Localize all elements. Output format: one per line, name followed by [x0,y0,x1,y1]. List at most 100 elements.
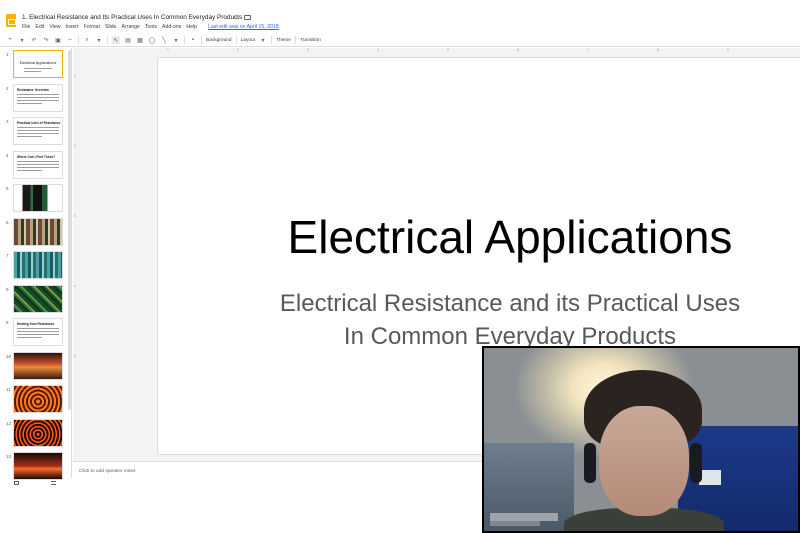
slide-number: 13 [6,454,12,459]
slide-number: 7 [6,253,9,258]
slide-thumbnail[interactable]: Where Can I Find These? [13,150,63,179]
slide-subtitle[interactable]: Electrical Resistance and its Practical … [158,287,800,353]
slide-thumbnail[interactable] [13,251,63,279]
slide-number: 12 [6,420,12,426]
slide-thumbnail-row[interactable]: 1 Electrical Applications [0,50,70,80]
ruler-tick-label: 1 [74,74,76,78]
grid-view-icon[interactable] [14,481,19,485]
redo-icon[interactable]: ↷ [42,36,50,44]
webcam-overlay [482,346,800,533]
menu-item-addons[interactable]: Add-ons [162,24,181,30]
last-edit-link[interactable]: Last edit was on April 15, 2018 [208,24,279,30]
undo-icon[interactable]: ↶ [30,36,38,44]
slide-thumbnail[interactable]: Practical Uses of Resistance [13,117,63,145]
paint-format-icon[interactable]: ⌐ [66,36,74,44]
speaker-notes-placeholder[interactable]: Click to add speaker notes [79,469,136,474]
slide-thumbnail-text-lines [17,160,59,173]
slides-logo-icon[interactable] [6,14,16,27]
slide-thumbnail[interactable] [13,351,63,380]
toolbar-divider [184,36,185,44]
slide-thumbnail-row[interactable]: 4 Where Can I Find These? [0,150,70,181]
menu-item-file[interactable]: File [22,24,30,30]
new-slide-icon[interactable]: + [6,36,14,44]
document-title[interactable]: 1. Electrical Resistance and Its Practic… [22,14,242,21]
chevron-down-icon[interactable]: ▾ [18,36,26,44]
slide-title[interactable]: Electrical Applications [158,210,800,264]
slide-thumbnail[interactable]: Heating from Resistance [13,318,63,346]
slide-thumbnail-image [14,185,62,211]
slide-number: 3 [6,119,9,124]
toolbar-divider [107,36,108,44]
slide-thumbnail[interactable] [13,284,63,313]
slide-thumbnail-row[interactable]: 6 [0,217,70,248]
slide-thumbnail-image [14,453,62,479]
slide-thumbnail-row[interactable]: 3 Practical Uses of Resistance [0,117,70,147]
filmstrip-view-icon[interactable] [51,481,56,485]
select-cursor-icon[interactable]: ↖ [112,36,120,44]
slide-filmstrip[interactable]: 1 Electrical Applications 2 Resistance Over… [0,48,72,480]
ruler-tick-label: 4 [377,48,379,52]
theme-button[interactable]: Theme [276,38,291,43]
layout-button[interactable]: Layout [241,38,255,43]
toolbar: + ▾ ↶ ↷ ▣ ⌐ ⌕ ▾ ↖ ▤ ▦ ◯ ╲ ▾ ▪ Background… [0,34,800,47]
star-icon[interactable]: ☆ [233,13,239,21]
chevron-down-icon[interactable]: ▾ [172,36,180,44]
menu-item-format[interactable]: Format [83,24,99,30]
slide-thumbnail-image [14,419,62,446]
slide-thumbnail-title: Practical Uses of Resistance [17,121,61,125]
slide-thumbnail[interactable] [13,385,63,413]
slide-thumbnail-row[interactable]: 11 [0,385,70,415]
menu-item-help[interactable]: Help [186,24,197,30]
top-ruler: 1 2 3 4 5 6 7 8 9 [155,48,800,52]
toolbar-divider [201,36,202,44]
slide-thumbnail[interactable] [13,418,63,447]
menu-item-arrange[interactable]: Arrange [121,24,139,30]
chevron-down-icon[interactable]: ▾ [259,36,267,44]
slide-thumbnail-row[interactable]: 9 Heating from Resistance [0,318,70,348]
ruler-tick-label: 2 [74,144,76,148]
slide-thumbnail-row[interactable]: 12 [0,418,70,449]
slide-thumbnail[interactable] [13,217,63,246]
shape-icon[interactable]: ◯ [148,36,156,44]
headphone-icon [584,443,596,483]
slide-thumbnail-row[interactable]: 5 [0,184,70,214]
slide-thumbnail[interactable] [13,452,63,480]
line-icon[interactable]: ╲ [160,36,168,44]
print-icon[interactable]: ▣ [54,36,62,44]
image-icon[interactable]: ▦ [136,36,144,44]
menu-item-insert[interactable]: Insert [65,24,78,30]
slide-thumbnail-text-lines [17,93,59,106]
slide-number: 11 [6,387,11,392]
slide-thumbnail[interactable]: Electrical Applications [13,50,63,78]
slide-thumbnail-row[interactable]: 2 Resistance Overview [0,83,70,114]
slide-number: 5 [6,186,9,191]
slide-thumbnail-image [14,252,62,278]
menu-item-view[interactable]: View [49,24,60,30]
slide-thumbnail[interactable]: Resistance Overview [13,83,63,112]
menu-item-edit[interactable]: Edit [35,24,44,30]
slide-thumbnail-text-lines [17,127,59,139]
comment-icon[interactable]: ▪ [189,36,197,44]
transition-button[interactable]: Transition [300,38,321,43]
folder-icon[interactable] [244,15,251,20]
slide-thumbnail-row[interactable]: 7 [0,251,70,281]
slide-number: 2 [6,85,9,91]
chevron-down-icon[interactable]: ▾ [95,36,103,44]
slide-thumbnail-image [14,352,62,379]
ruler-tick-label: 8 [657,48,659,52]
slide-number: 6 [6,219,9,225]
slide-thumbnail-row[interactable]: 10 [0,351,70,382]
slide-number: 4 [6,152,9,158]
ruler-tick-label: 5 [74,354,76,358]
ruler-tick-label: 2 [237,48,239,52]
menu-item-tools[interactable]: Tools [145,24,157,30]
slide-thumbnail[interactable] [13,184,63,212]
menu-item-slide[interactable]: Slide [105,24,117,30]
text-box-icon[interactable]: ▤ [124,36,132,44]
background-button[interactable]: Background [206,38,232,43]
slide-thumbnail-text-lines [24,68,52,74]
slide-thumbnail-text-lines [17,328,59,340]
toolbar-divider [78,36,79,44]
slide-thumbnail-row[interactable]: 8 [0,284,70,315]
zoom-icon[interactable]: ⌕ [83,36,91,44]
